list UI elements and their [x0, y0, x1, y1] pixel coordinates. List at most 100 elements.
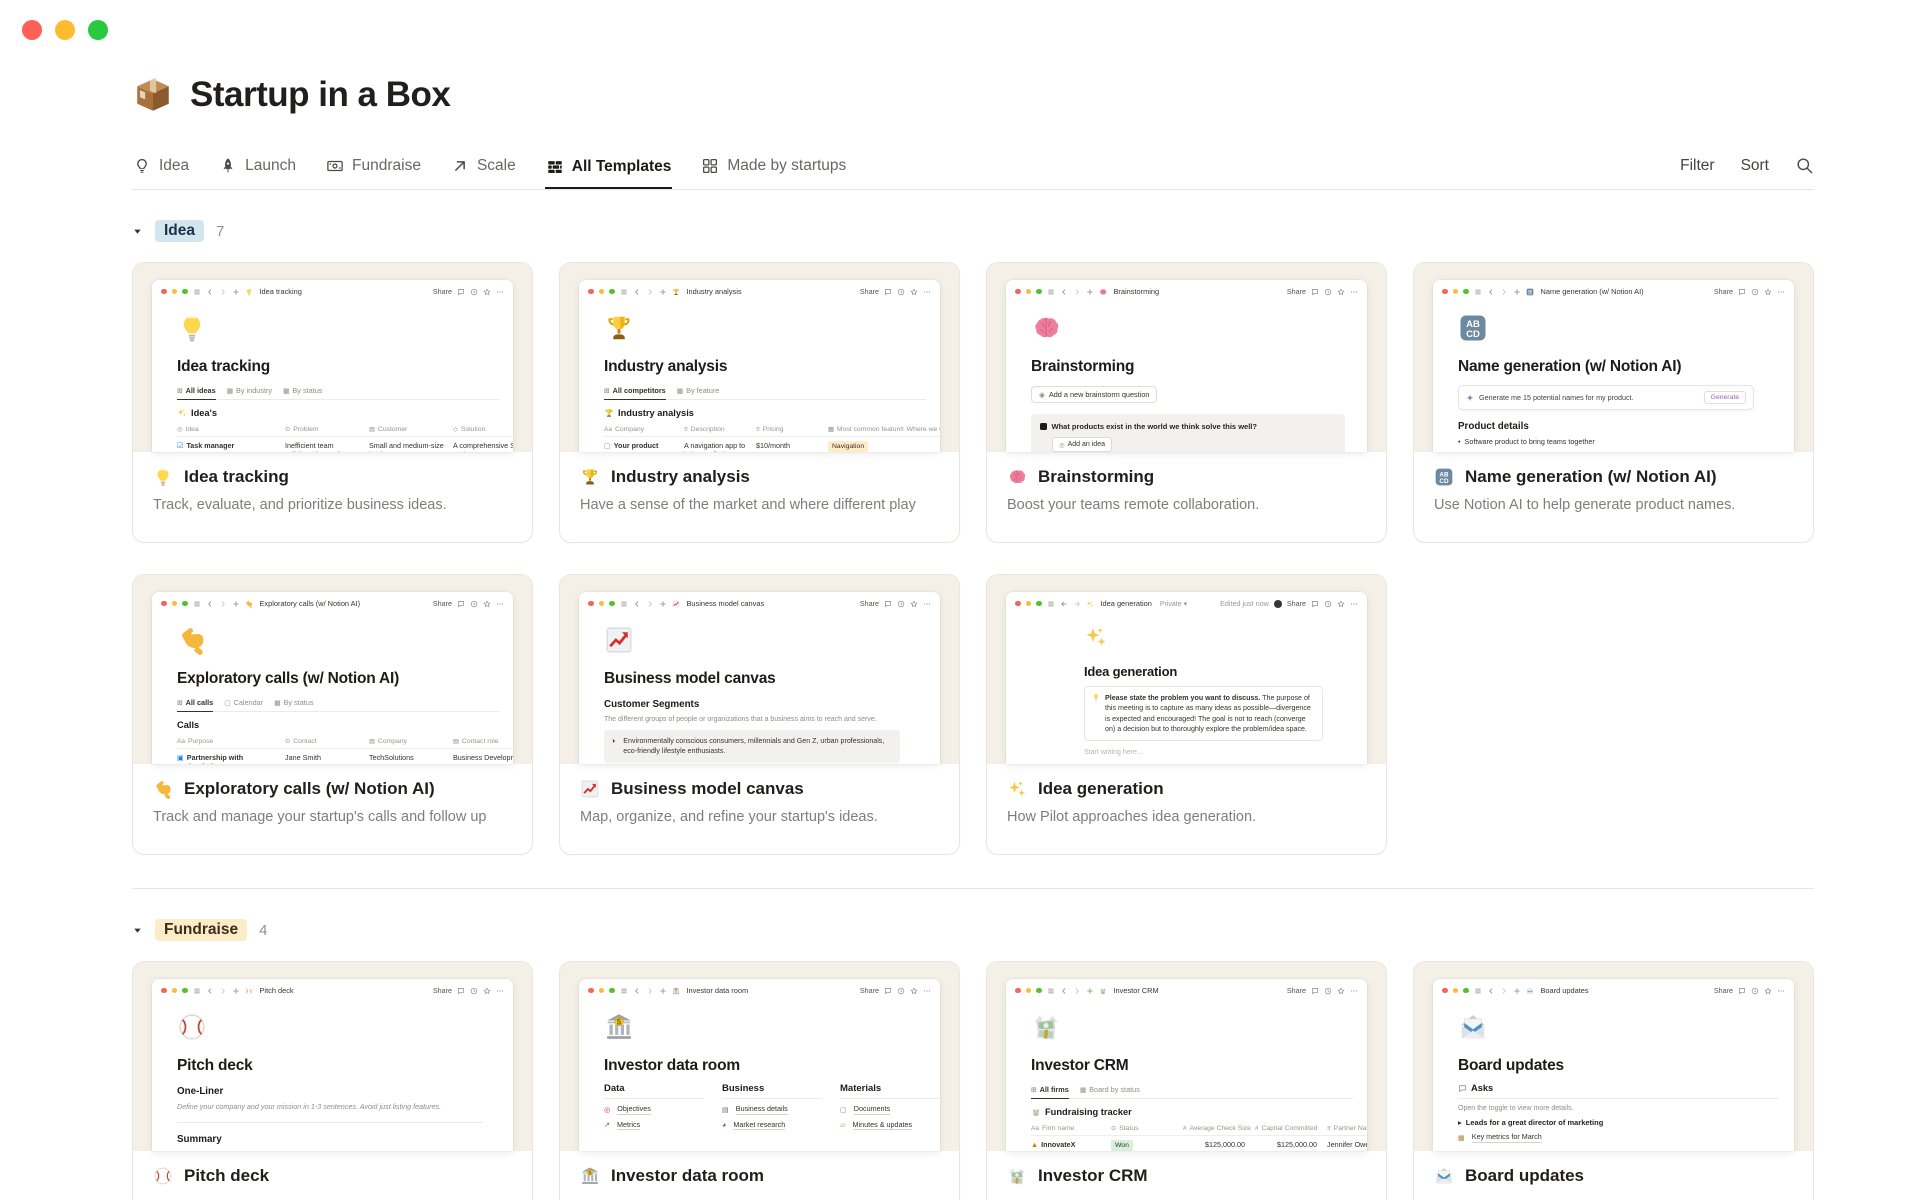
ellipsis-icon — [1777, 288, 1785, 296]
chevron-left-icon — [1060, 987, 1068, 995]
mini-window: Board updates Share Board updates Asks Ope… — [1433, 979, 1794, 1151]
chevron-right-icon — [646, 987, 654, 995]
mini-table: ◎ Idea ⊙ Problem ▤ Customer ◇ Solution ☑ Task man… — [177, 423, 513, 452]
template-card-business-model-canvas[interactable]: Business model canvas Share Business mode… — [559, 574, 960, 855]
chevron-right-icon — [646, 600, 654, 608]
card-footer: $ Investor data room — [560, 1151, 959, 1186]
callme-icon — [177, 625, 207, 655]
comment-icon — [457, 600, 465, 608]
card-footer: Industry analysis Have a sense of the ma… — [560, 452, 959, 513]
collapse-triangle-icon[interactable] — [132, 925, 143, 936]
tab-scale[interactable]: Scale — [450, 157, 517, 189]
search-icon[interactable] — [1795, 156, 1814, 175]
template-card-idea-generation[interactable]: Idea generation Private ▾ Edited just now S… — [986, 574, 1387, 855]
sort-button[interactable]: Sort — [1741, 157, 1769, 175]
mini-share-label: Share — [859, 986, 879, 995]
close-window-button[interactable] — [22, 20, 42, 40]
card-title: Name generation (w/ Notion AI) — [1465, 467, 1717, 486]
hamburger-icon — [193, 600, 201, 608]
section-header-idea: Idea 7 — [132, 220, 1814, 242]
mini-table-header: ▤ Contact role — [453, 738, 499, 745]
mini-window-title: Board updates — [1540, 986, 1589, 995]
tab-label: Made by startups — [727, 157, 847, 174]
mini-button: ◉ Add a new brainstorm question — [1031, 386, 1158, 403]
brain-icon — [1007, 467, 1027, 487]
template-card-brainstorming[interactable]: Brainstorming Share Brainstorming ◉ Add a … — [986, 262, 1387, 543]
arrow-up-right-icon — [451, 157, 469, 175]
mini-window: Investor CRM Share Investor CRM ⊞ All firm… — [1006, 979, 1367, 1151]
section-count: 7 — [216, 222, 225, 240]
mini-share-label: Share — [1713, 986, 1733, 995]
filter-button[interactable]: Filter — [1680, 157, 1714, 175]
tab-fundraise[interactable]: Fundraise — [325, 157, 422, 189]
comment-icon — [457, 987, 465, 995]
mini-window-title: Pitch deck — [259, 986, 294, 995]
mini-titlebar: Brainstorming Share — [1006, 280, 1367, 301]
envelope-icon — [1434, 1166, 1454, 1186]
mini-view-tab: ⊞ All ideas — [177, 386, 216, 400]
chevron-left-icon — [206, 288, 214, 296]
plus-icon — [232, 288, 240, 296]
lightbulb-nav-icon — [133, 157, 151, 175]
mini-traffic-dot — [1463, 987, 1469, 994]
rocket-icon — [219, 157, 237, 175]
mini-table-cell: Jane Smith — [285, 752, 321, 762]
tab-made-by-startups[interactable]: Made by startups — [700, 157, 847, 189]
template-card-idea-tracking[interactable]: Idea tracking Share Idea tracking ⊞ All id… — [132, 262, 533, 543]
template-card-industry-analysis[interactable]: Industry analysis Share Industry analysis… — [559, 262, 960, 543]
hamburger-icon — [1047, 987, 1055, 995]
page-header: Startup in a Box — [132, 74, 1814, 116]
template-card-pitch-deck[interactable]: Pitch deck Share Pitch deck One-Liner Defi… — [132, 961, 533, 1200]
mini-column-title: Business — [722, 1083, 822, 1099]
banknote-icon — [326, 157, 344, 175]
zoom-window-button[interactable] — [88, 20, 108, 40]
mini-traffic-dot — [609, 987, 615, 994]
moneywings-icon — [1007, 1166, 1027, 1186]
card-title: Board updates — [1465, 1166, 1585, 1185]
clock-icon — [1324, 288, 1332, 296]
ellipsis-icon — [496, 987, 504, 995]
trophy-icon — [672, 288, 680, 296]
star-icon — [1764, 986, 1772, 995]
clock-icon — [470, 987, 478, 995]
plus-icon — [232, 987, 240, 995]
moneywings-icon — [1031, 1107, 1041, 1117]
mini-page-link: ◕ Market research — [722, 1119, 786, 1130]
bank-icon: $ — [604, 1012, 634, 1042]
mini-question-block: What products exist in the world we thin… — [1031, 414, 1345, 452]
tab-all-templates[interactable]: All Templates — [544, 158, 673, 189]
mini-table-header: ≡ Description — [684, 426, 725, 433]
ai-star-icon — [1466, 394, 1474, 402]
mini-titlebar: Industry analysis Share — [579, 280, 940, 301]
mini-view-tab: ⊞ All firms — [1031, 1085, 1069, 1099]
mini-edit-status: Edited just now — [1220, 599, 1269, 608]
comment-icon — [1738, 987, 1746, 995]
tab-launch[interactable]: Launch — [218, 157, 297, 189]
lightbulb-icon — [177, 313, 207, 343]
collapse-triangle-icon[interactable] — [132, 226, 143, 237]
mini-page-title: Exploratory calls (w/ Notion AI) — [177, 670, 400, 687]
row-item-icon: ☑ — [177, 440, 184, 450]
template-card-name-generation-w-notion-ai[interactable]: AB CD Name generation (w/ Notion AI) Share … — [1413, 262, 1814, 543]
mini-table-cell: $125,000.00 — [1277, 1139, 1317, 1149]
chevron-right-icon — [1073, 288, 1081, 296]
clock-icon — [897, 600, 905, 608]
minimize-window-button[interactable] — [55, 20, 75, 40]
mini-window-title: Business model canvas — [686, 599, 765, 608]
plus-icon — [659, 288, 667, 296]
template-card-investor-data-room[interactable]: $ Investor data room Share $ Investor data… — [559, 961, 960, 1200]
template-card-investor-crm[interactable]: Investor CRM Share Investor CRM ⊞ All firm… — [986, 961, 1387, 1200]
mini-table-cell: Navigation — [828, 437, 900, 452]
template-card-board-updates[interactable]: Board updates Share Board updates Asks Ope… — [1413, 961, 1814, 1200]
bank-icon: $ — [580, 1166, 600, 1186]
template-card-exploratory-calls-w-notion-ai[interactable]: Exploratory calls (w/ Notion AI) Share Ex… — [132, 574, 533, 855]
mini-window-title: Industry analysis — [686, 287, 742, 296]
template-preview: Industry analysis Share Industry analysis… — [560, 263, 959, 452]
arrow-left-icon — [1060, 600, 1068, 608]
card-description: Track and manage your startup's calls an… — [153, 809, 487, 825]
mini-text: Open the toggle to view more details. — [1458, 1105, 1574, 1112]
template-grid: Idea tracking Share Idea tracking ⊞ All id… — [132, 262, 1814, 855]
mini-window: Pitch deck Share Pitch deck One-Liner Defi… — [152, 979, 513, 1151]
mini-italic-text: Define your company and your mission in … — [177, 1102, 442, 1111]
tab-idea[interactable]: Idea — [132, 157, 190, 189]
